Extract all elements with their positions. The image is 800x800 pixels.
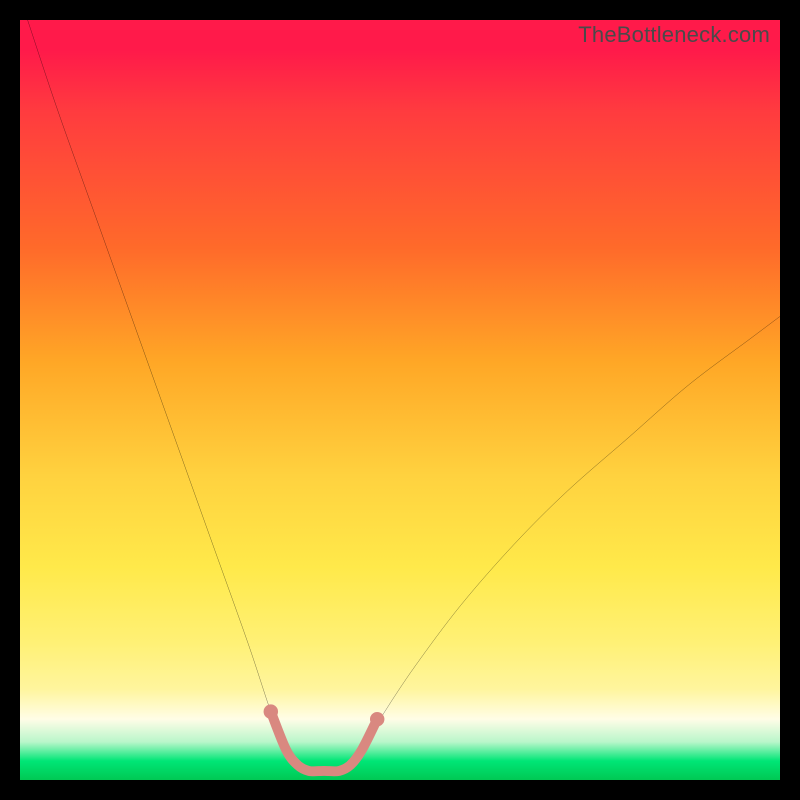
- curve-layer: [20, 20, 780, 780]
- highlight-end-dot: [370, 712, 384, 726]
- gradient-plot-area: TheBottleneck.com: [20, 20, 780, 780]
- highlight-end-dot: [264, 704, 278, 718]
- curve-bottom-highlight: [271, 712, 377, 772]
- highlight-dots: [264, 704, 385, 726]
- chart-frame: TheBottleneck.com: [0, 0, 800, 800]
- bottleneck-curve: [28, 20, 780, 771]
- curve-right: [351, 316, 780, 764]
- curve-left: [28, 20, 298, 765]
